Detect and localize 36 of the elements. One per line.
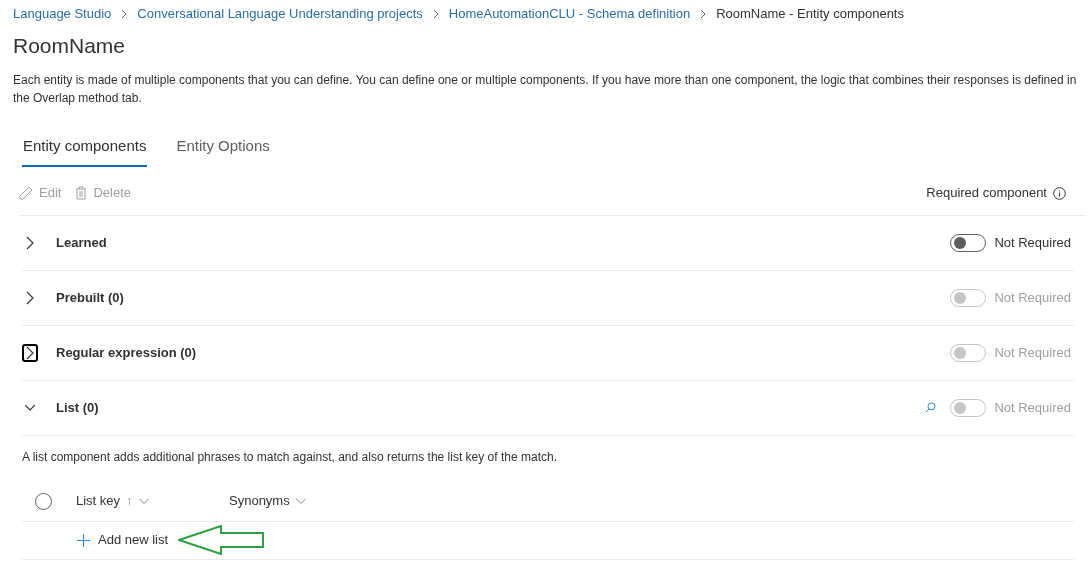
plus-icon: [77, 533, 90, 547]
chevron-down-icon: [138, 498, 149, 504]
section-title: List (0): [56, 398, 99, 417]
tab[interactable]: Entity Options: [175, 135, 271, 167]
trash-icon: [75, 186, 88, 200]
section-description: A list component adds additional phrases to match against, and also returns the list key of the match.: [22, 448, 558, 466]
chevron-icon: [700, 9, 707, 19]
toggle-label: Not Required: [994, 398, 1071, 417]
toggle-label: Not Required: [994, 343, 1071, 362]
chevron-icon: [121, 9, 128, 19]
info-icon[interactable]: [1053, 186, 1066, 200]
column-header[interactable]: List key ↑: [76, 491, 229, 511]
expand-toggle[interactable]: [22, 343, 38, 362]
breadcrumb-current: RoomName - Entity components: [716, 5, 904, 24]
pencil-icon: [19, 186, 33, 200]
chevron-right-icon: [25, 235, 35, 250]
chevron-down-icon: [295, 498, 306, 504]
toggle-label: Not Required: [994, 233, 1071, 252]
section-title: Learned: [56, 233, 107, 252]
search-icon[interactable]: [925, 402, 937, 413]
chevron-right-icon: [25, 290, 35, 305]
column-header[interactable]: Synonyms: [229, 491, 306, 511]
toggle-label: Not Required: [994, 288, 1071, 307]
page-description: Each entity is made of multiple components that you can define. You can define one or multiple components. If you have more than one component, the logic that combines their responses is defined in the Overlap method tab.: [13, 72, 1078, 107]
add-list-button[interactable]: Add new list: [77, 530, 169, 550]
tab[interactable]: Entity components: [22, 135, 148, 167]
section-title: Prebuilt (0): [56, 288, 124, 307]
toggle-switch[interactable]: [950, 233, 987, 252]
breadcrumb-link[interactable]: HomeAutomationCLU - Schema definition: [448, 4, 691, 24]
section-title: Regular expression (0): [56, 343, 197, 362]
chevron-right-icon: [25, 345, 35, 360]
page-title: RoomName: [13, 33, 127, 59]
breadcrumb-link[interactable]: Conversational Language Understanding projects: [137, 4, 423, 24]
column-header: Required component: [926, 184, 1047, 203]
breadcrumb-link[interactable]: Language Studio: [13, 4, 112, 24]
chevron-icon: [432, 9, 439, 19]
